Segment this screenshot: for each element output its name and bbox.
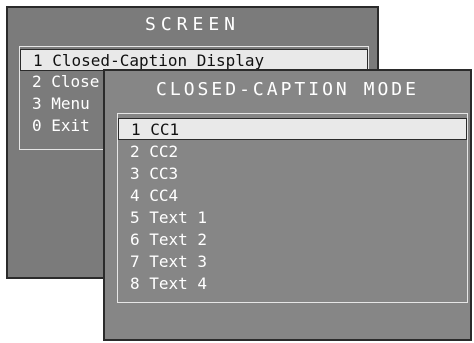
closed-caption-mode-window: CLOSED-CAPTION MODE 1 CC1 2 CC2 3 CC3 4 …	[103, 69, 472, 341]
closed-caption-mode-list: 1 CC1 2 CC2 3 CC3 4 CC4 5 Text 1 6 Text …	[117, 113, 468, 303]
menu-item-cc1[interactable]: 1 CC1	[118, 118, 467, 140]
closed-caption-mode-title: CLOSED-CAPTION MODE	[156, 79, 419, 100]
screen-menu-title: SCREEN	[144, 14, 241, 35]
menu-item-cc2[interactable]: 2 CC2	[118, 141, 467, 163]
menu-item-closed-caption-display[interactable]: 1 Closed-Caption Display	[20, 49, 368, 71]
menu-item-cc4[interactable]: 4 CC4	[118, 185, 467, 207]
menu-item-text-4[interactable]: 8 Text 4	[118, 273, 467, 295]
menu-item-text-1[interactable]: 5 Text 1	[118, 207, 467, 229]
menu-item-text-2[interactable]: 6 Text 2	[118, 229, 467, 251]
menu-item-cc3[interactable]: 3 CC3	[118, 163, 467, 185]
menu-item-text-3[interactable]: 7 Text 3	[118, 251, 467, 273]
